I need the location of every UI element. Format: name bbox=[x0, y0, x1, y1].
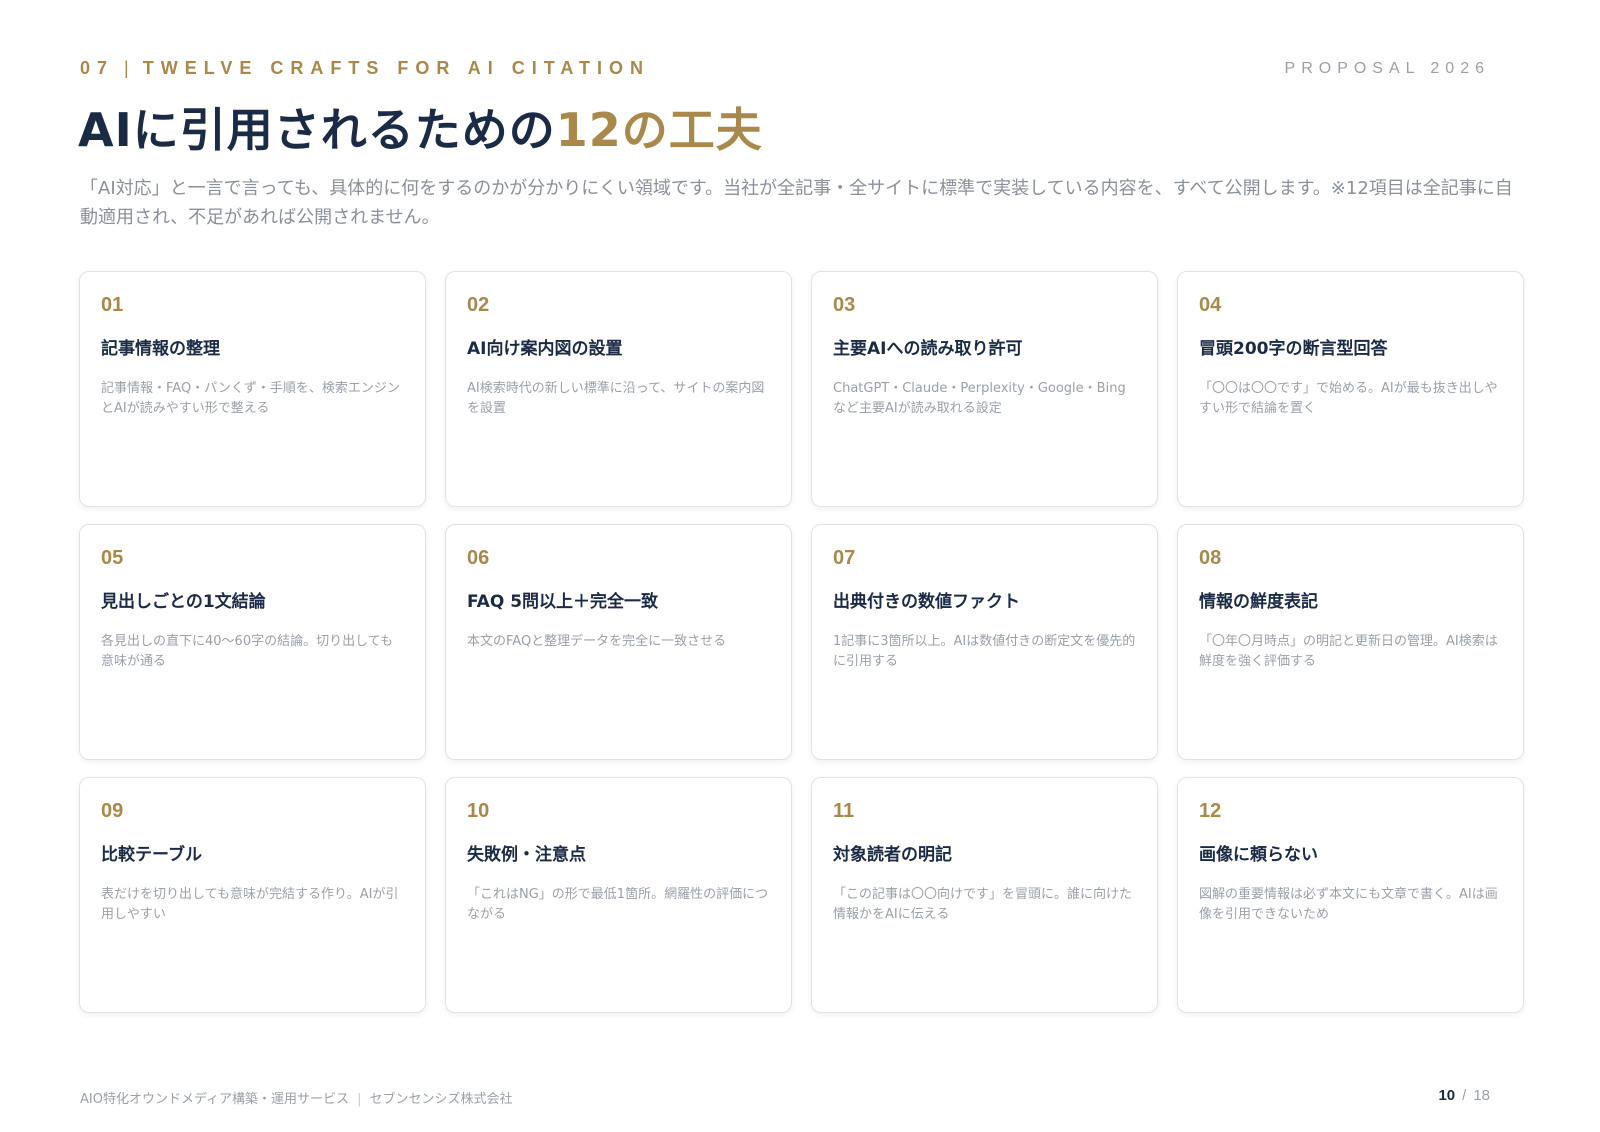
card-description: ChatGPT・Claude・Perplexity・Google・Bingなど主… bbox=[833, 381, 1126, 416]
card-description: 記事情報・FAQ・パンくず・手順を、検索エンジンとAIが読みやすい形で整える bbox=[101, 381, 400, 416]
card-title: 失敗例・注意点 bbox=[467, 845, 586, 865]
craft-card: 02 AI向け案内図の設置 AI検索時代の新しい標準に沿って、サイトの案内図を設置 bbox=[445, 271, 792, 507]
crafts-grid: 01 記事情報の整理記事情報・FAQ・パンくず・手順を、検索エンジンとAIが読みや… bbox=[79, 271, 1524, 1013]
card-description: 図解の重要情報は必ず本文にも文章で書く。AIは画像を引用できないため bbox=[1199, 887, 1498, 922]
page-title-main: AIに引用されるための bbox=[78, 103, 556, 157]
page-indicator: 10 / 18 bbox=[1438, 1087, 1490, 1104]
card-number: 07 bbox=[833, 547, 856, 569]
card-title: 対象読者の明記 bbox=[833, 845, 952, 865]
craft-card: 05 見出しごとの1文結論各見出しの直下に40〜60字の結論。切り出しても意味が通… bbox=[79, 524, 426, 760]
section-label: 07 | TWELVE CRAFTS FOR AI CITATION bbox=[80, 58, 650, 79]
page-total: 18 bbox=[1473, 1087, 1490, 1104]
card-number: 10 bbox=[467, 800, 490, 822]
card-description: 表だけを切り出しても意味が完結する作り。AIが引用しやすい bbox=[101, 887, 399, 922]
card-description: AI検索時代の新しい標準に沿って、サイトの案内図を設置 bbox=[467, 381, 765, 416]
page-slash: / bbox=[1462, 1087, 1467, 1104]
card-number: 05 bbox=[101, 547, 124, 569]
card-number: 11 bbox=[833, 800, 855, 822]
card-description: 1記事に3箇所以上。AIは数値付きの断定文を優先的に引用する bbox=[833, 634, 1136, 669]
craft-card: 06 FAQ 5問以上＋完全一致本文のFAQと整理データを完全に一致させる bbox=[445, 524, 792, 760]
card-number: 04 bbox=[1199, 294, 1222, 316]
section-separator: | bbox=[124, 58, 129, 78]
card-title: FAQ 5問以上＋完全一致 bbox=[467, 592, 659, 612]
craft-card: 11 対象読者の明記「この記事は〇〇向けです」を冒頭に。誰に向けた情報かをAIに伝… bbox=[811, 777, 1158, 1013]
card-number: 03 bbox=[833, 294, 856, 316]
craft-card: 07 出典付きの数値ファクト 1記事に3箇所以上。AIは数値付きの断定文を優先的に引… bbox=[811, 524, 1158, 760]
card-description: 「これはNG」の形で最低1箇所。網羅性の評価につながる bbox=[467, 887, 769, 922]
slide-header: 07 | TWELVE CRAFTS FOR AI CITATION PROPOSA… bbox=[80, 58, 1490, 82]
craft-card: 10 失敗例・注意点「これはNG」の形で最低1箇所。網羅性の評価につながる bbox=[445, 777, 792, 1013]
card-number: 12 bbox=[1199, 800, 1222, 822]
card-title: 出典付きの数値ファクト bbox=[833, 592, 1020, 612]
footer-service: AIO特化オウンドメディア構築・運用サービス bbox=[80, 1092, 350, 1107]
card-number: 09 bbox=[101, 800, 124, 822]
footer-credit: AIO特化オウンドメディア構築・運用サービス | セブンセンシズ株式会社 bbox=[80, 1088, 512, 1107]
card-description: 「〇〇は〇〇です」で始める。AIが最も抜き出しやすい形で結論を置く bbox=[1199, 381, 1498, 416]
craft-card: 03 主要AIへの読み取り許可 ChatGPT・Claude・Perplexity・… bbox=[811, 271, 1158, 507]
card-title: 記事情報の整理 bbox=[101, 339, 220, 359]
craft-card: 01 記事情報の整理記事情報・FAQ・パンくず・手順を、検索エンジンとAIが読みや… bbox=[79, 271, 426, 507]
card-description: 本文のFAQと整理データを完全に一致させる bbox=[467, 634, 727, 649]
footer-separator: | bbox=[357, 1092, 362, 1107]
lead-paragraph: 「AI対応」と一言で言っても、具体的に何をするのかが分かりにくい領域です。当社が… bbox=[80, 178, 1513, 228]
card-description: 各見出しの直下に40〜60字の結論。切り出しても意味が通る bbox=[101, 634, 394, 669]
card-title: 画像に頼らない bbox=[1199, 845, 1318, 865]
card-description: 「この記事は〇〇向けです」を冒頭に。誰に向けた情報かをAIに伝える bbox=[833, 887, 1133, 922]
craft-card: 09 比較テーブル表だけを切り出しても意味が完結する作り。AIが引用しやすい bbox=[79, 777, 426, 1013]
section-number: 07 bbox=[80, 58, 115, 78]
card-title: 比較テーブル bbox=[101, 845, 202, 865]
craft-card: 04 冒頭200字の断言型回答「〇〇は〇〇です」で始める。AIが最も抜き出しやすい… bbox=[1177, 271, 1524, 507]
craft-card: 12 画像に頼らない図解の重要情報は必ず本文にも文章で書く。AIは画像を引用できな… bbox=[1177, 777, 1524, 1013]
card-number: 08 bbox=[1199, 547, 1222, 569]
card-title: 冒頭200字の断言型回答 bbox=[1199, 339, 1388, 359]
card-title: 見出しごとの1文結論 bbox=[101, 592, 266, 612]
footer-company: セブンセンシズ株式会社 bbox=[369, 1092, 513, 1107]
card-number: 02 bbox=[467, 294, 490, 316]
proposal-label: PROPOSAL 2026 bbox=[1284, 60, 1490, 77]
card-number: 01 bbox=[101, 294, 124, 316]
card-description: 「〇年〇月時点」の明記と更新日の管理。AI検索は鮮度を強く評価する bbox=[1199, 634, 1498, 669]
card-number: 06 bbox=[467, 547, 490, 569]
page-title-accent: 12の工夫 bbox=[555, 103, 763, 157]
craft-card: 08 情報の鮮度表記「〇年〇月時点」の明記と更新日の管理。AI検索は鮮度を強く評価… bbox=[1177, 524, 1524, 760]
card-title: 情報の鮮度表記 bbox=[1199, 592, 1318, 612]
page-title: AIに引用されるための12の工夫 bbox=[78, 94, 763, 160]
card-title: AI向け案内図の設置 bbox=[467, 339, 623, 359]
section-title: TWELVE CRAFTS FOR AI CITATION bbox=[142, 58, 651, 78]
card-title: 主要AIへの読み取り許可 bbox=[833, 339, 1023, 359]
page-current: 10 bbox=[1438, 1087, 1456, 1104]
